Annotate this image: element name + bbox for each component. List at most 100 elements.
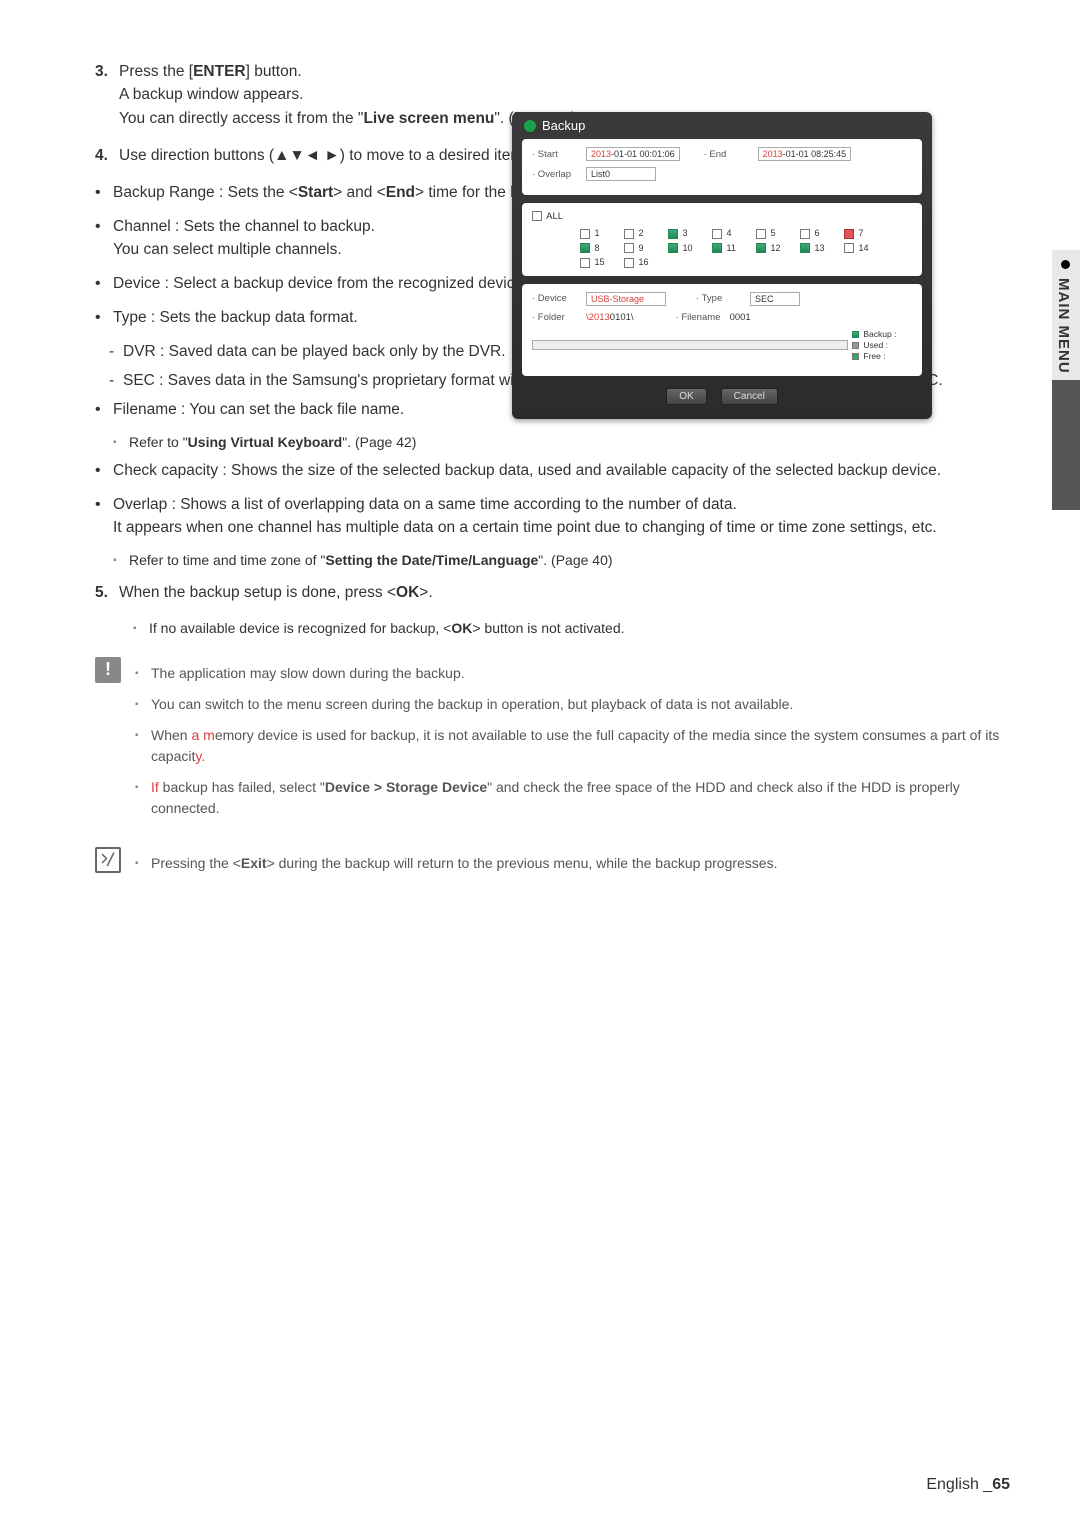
dialog-title: Backup xyxy=(512,112,932,139)
caution-item: If backup has failed, select "Device > S… xyxy=(135,777,1005,819)
step-5: 5. When the backup setup is done, press … xyxy=(95,581,1005,604)
free-legend: Free xyxy=(863,351,880,361)
text: Overlap : Shows a list of overlapping da… xyxy=(113,496,737,513)
backup-dialog: Backup · Start 2013-01-01 00:01:06 · End… xyxy=(512,112,932,419)
capacity-bar xyxy=(532,340,848,350)
backup-legend: Backup xyxy=(863,329,891,339)
channel-checkbox-12[interactable]: 12 xyxy=(756,243,796,254)
caution-item: You can switch to the menu screen during… xyxy=(135,694,1005,715)
channel-checkbox-6[interactable]: 6 xyxy=(800,228,840,239)
cancel-button[interactable]: Cancel xyxy=(721,388,778,405)
overlap-select[interactable]: List0 xyxy=(586,167,656,181)
device-label: · Device xyxy=(532,293,580,304)
channel-checkbox-16[interactable]: 16 xyxy=(624,257,664,268)
caution-block: ! The application may slow down during t… xyxy=(95,657,1005,829)
bullet-overlap: Overlap : Shows a list of overlapping da… xyxy=(95,493,1005,540)
dialog-panel-top: · Start 2013-01-01 00:01:06 · End 2013-0… xyxy=(522,139,922,195)
channel-checkbox-15[interactable]: 15 xyxy=(580,257,620,268)
type-label: · Type xyxy=(696,293,744,304)
text: Channel : Sets the channel to backup. xyxy=(113,218,375,235)
channel-checkbox-11[interactable]: 11 xyxy=(712,243,752,254)
text: Check capacity : Shows the size of the s… xyxy=(113,459,1005,483)
footer-lang: English xyxy=(926,1476,978,1493)
text: When xyxy=(151,727,191,743)
text: > and < xyxy=(333,184,386,201)
device-storage-ref: Device > Storage Device xyxy=(325,779,487,795)
ok-tag: OK xyxy=(396,584,419,601)
text: You can directly access it from the " xyxy=(119,110,363,127)
step-number: 3. xyxy=(95,60,119,130)
page-number: 65 xyxy=(992,1476,1010,1493)
channel-grid: 1 2 3 4 5 6 7 8 9 10 11 12 13 14 15 16 xyxy=(532,228,912,268)
start-input[interactable]: 2013-01-01 00:01:06 xyxy=(586,147,680,161)
dialog-panel-device: · Device USB-Storage · Type SEC · Folder… xyxy=(522,284,922,376)
caution-icon: ! xyxy=(95,657,121,683)
checkbox-all[interactable] xyxy=(532,211,542,221)
text: > button is not activated. xyxy=(472,620,624,636)
channel-checkbox-10[interactable]: 10 xyxy=(668,243,708,254)
text: Backup Range : Sets the < xyxy=(113,184,298,201)
date-time-language-ref: Setting the Date/Time/Language xyxy=(325,552,538,568)
step-number: 4. xyxy=(95,144,119,167)
ok-button[interactable]: OK xyxy=(666,388,706,405)
ref-no-device: If no available device is recognized for… xyxy=(133,618,1005,639)
channel-checkbox-5[interactable]: 5 xyxy=(756,228,796,239)
text: ] button. xyxy=(246,63,302,80)
text: >. xyxy=(419,584,432,601)
side-tab: MAIN MENU xyxy=(1052,250,1080,510)
text: If no available device is recognized for… xyxy=(149,620,451,636)
footer-sep: _ xyxy=(983,1476,992,1493)
channel-checkbox-14[interactable]: 14 xyxy=(844,243,884,254)
channel-checkbox-8[interactable]: 8 xyxy=(580,243,620,254)
step-body: When the backup setup is done, press <OK… xyxy=(119,581,1005,604)
text: ". (Page 40) xyxy=(538,552,612,568)
all-label: ALL xyxy=(546,211,563,222)
text: y. xyxy=(195,748,205,764)
text: When the backup setup is done, press < xyxy=(119,584,396,601)
dialog-buttons: OK Cancel xyxy=(512,384,932,409)
channel-checkbox-3[interactable]: 3 xyxy=(668,228,708,239)
text: A backup window appears. xyxy=(119,86,303,103)
text: Pressing the < xyxy=(151,855,241,871)
tip-block: Pressing the <Exit> during the backup wi… xyxy=(95,847,1005,884)
start-tag: Start xyxy=(298,184,333,201)
channel-checkbox-7[interactable]: 7 xyxy=(844,228,884,239)
enter-key: ENTER xyxy=(193,63,246,80)
text: If xyxy=(151,779,163,795)
text: Refer to " xyxy=(129,434,188,450)
text: It appears when one channel has multiple… xyxy=(113,519,937,536)
text: > during the backup will return to the p… xyxy=(267,855,778,871)
text: DVR : Saved data can be played back only… xyxy=(123,340,506,363)
bullet-icon xyxy=(1061,260,1070,269)
ok-tag: OK xyxy=(451,620,472,636)
text: a m xyxy=(191,727,214,743)
text: ". (Page 42) xyxy=(342,434,416,450)
text: backup has failed, select " xyxy=(163,779,325,795)
text: The application may slow down during the… xyxy=(151,663,465,684)
virtual-keyboard-ref: Using Virtual Keyboard xyxy=(188,434,343,450)
channel-checkbox-13[interactable]: 13 xyxy=(800,243,840,254)
channel-checkbox-4[interactable]: 4 xyxy=(712,228,752,239)
end-input[interactable]: 2013-01-01 08:25:45 xyxy=(758,147,852,161)
step-number: 5. xyxy=(95,581,119,604)
channel-checkbox-1[interactable]: 1 xyxy=(580,228,620,239)
tip-item: Pressing the <Exit> during the backup wi… xyxy=(135,853,1005,874)
channel-checkbox-9[interactable]: 9 xyxy=(624,243,664,254)
text: emory device is used for backup, it is n… xyxy=(151,727,999,764)
used-legend: Used xyxy=(863,340,883,350)
type-select[interactable]: SEC xyxy=(750,292,800,306)
folder-label: · Folder xyxy=(532,312,580,323)
channel-checkbox-2[interactable]: 2 xyxy=(624,228,664,239)
device-select[interactable]: USB-Storage xyxy=(586,292,666,306)
text: You can select multiple channels. xyxy=(113,241,342,258)
tip-icon xyxy=(95,847,121,873)
caution-item: When a memory device is used for backup,… xyxy=(135,725,1005,767)
side-tab-label: MAIN MENU xyxy=(1055,278,1072,374)
text: Refer to time and time zone of " xyxy=(129,552,325,568)
bullet-capacity: Check capacity : Shows the size of the s… xyxy=(95,459,1005,483)
live-screen-menu-ref: Live screen menu xyxy=(363,110,494,127)
page-footer: English _65 xyxy=(926,1476,1010,1494)
start-label: · Start xyxy=(532,149,580,160)
end-tag: End xyxy=(386,184,415,201)
ref-virtual-keyboard: Refer to "Using Virtual Keyboard". (Page… xyxy=(113,432,1005,453)
